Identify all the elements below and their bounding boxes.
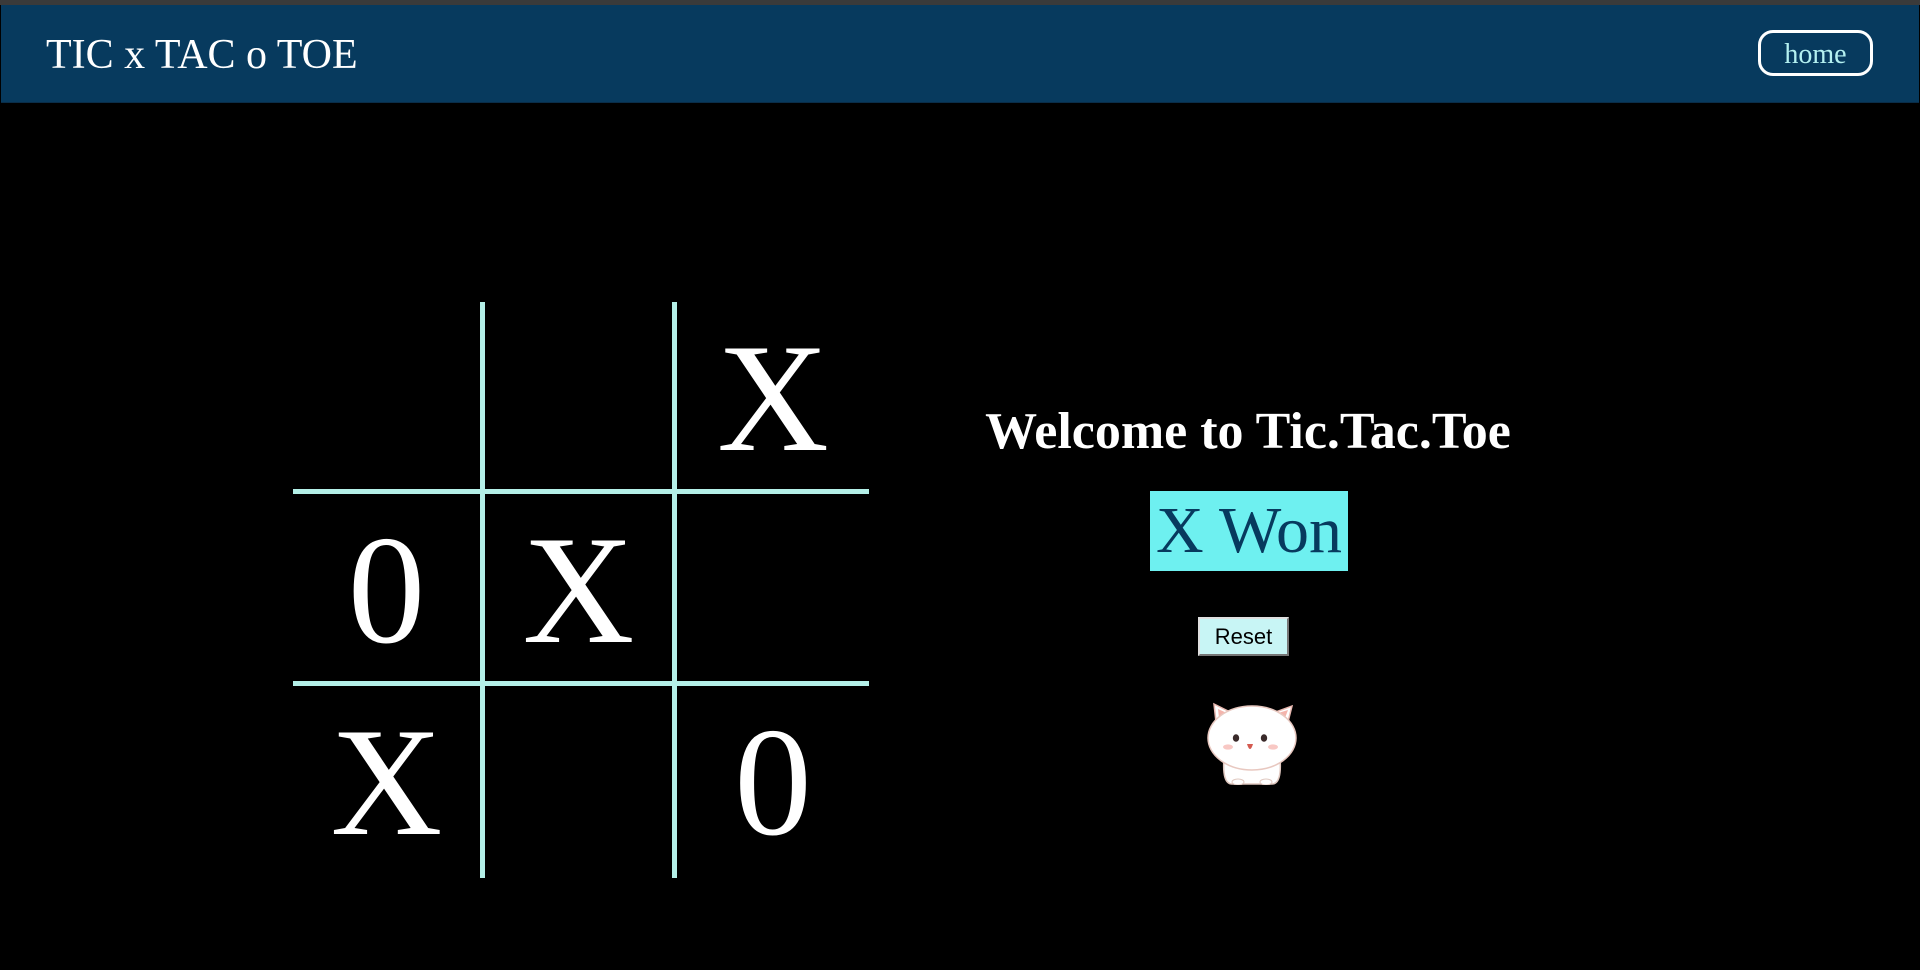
game-status-banner: X Won	[1150, 491, 1348, 571]
navbar: TIC x TAC o TOE home	[1, 5, 1919, 103]
welcome-heading: Welcome to Tic.Tac.Toe	[985, 403, 1511, 460]
reset-button[interactable]: Reset	[1198, 617, 1289, 656]
board-cell-6[interactable]	[677, 494, 869, 686]
cat-mascot-icon	[1207, 702, 1297, 785]
brand-title: TIC x TAC o TOE	[46, 32, 358, 78]
board-cell-9[interactable]: 0	[677, 686, 869, 878]
board-cell-3[interactable]: X	[677, 302, 869, 494]
board-cell-8[interactable]	[485, 686, 677, 878]
board-cell-1[interactable]	[293, 302, 485, 494]
board-cell-5[interactable]: X	[485, 494, 677, 686]
home-button[interactable]: home	[1758, 30, 1873, 76]
game-board: X 0 X X 0	[293, 302, 869, 878]
board-cell-2[interactable]	[485, 302, 677, 494]
board-cell-4[interactable]: 0	[293, 494, 485, 686]
board-cell-7[interactable]: X	[293, 686, 485, 878]
